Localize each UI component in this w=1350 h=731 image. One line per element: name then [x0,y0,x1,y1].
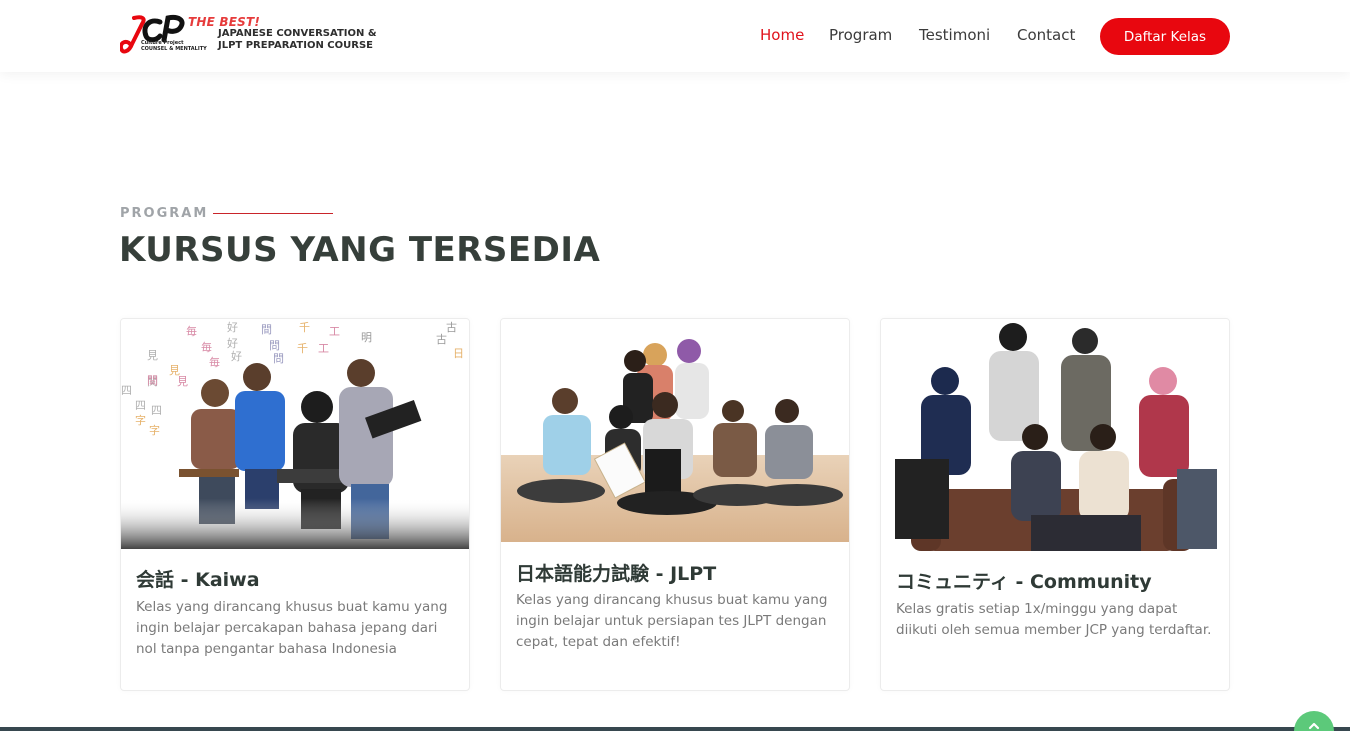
chevron-up-icon [1308,722,1320,730]
card-title-kaiwa: 会話 - Kaiwa [136,569,260,591]
footer-edge [0,727,1350,731]
logo-tagline: THE BEST! [188,15,261,29]
nav-program[interactable]: Program [829,26,892,44]
card-image-community [881,319,1229,551]
card-desc-community: Kelas gratis setiap 1x/minggu yang dapat… [896,601,1212,638]
card-image-kaiwa: 毎毎毎 好好好 間問問 千千 工工 明 見見見 関間 四四四 字字 古古日 [121,319,469,549]
logo-line-1: JAPANESE CONVERSATION & [218,28,377,39]
card-title-jlpt: 日本語能力試験 - JLPT [516,563,717,585]
scroll-to-top-button[interactable] [1294,711,1334,731]
section-title: KURSUS YANG TERSEDIA [119,230,601,270]
section-eyebrow: PROGRAM [120,206,209,221]
nav-testimoni[interactable]: Testimoni [919,26,990,44]
site-header: Culture Project COUNSEL & MENTALITY THE … [0,0,1350,72]
course-card-jlpt[interactable]: 日本語能力試験 - JLPT Kelas yang dirancang khus… [500,318,850,691]
course-card-community[interactable]: コミュニティ - Community Kelas gratis setiap 1… [880,318,1230,691]
daftar-kelas-button[interactable]: Daftar Kelas [1100,18,1230,55]
card-desc-kaiwa: Kelas yang dirancang khusus buat kamu ya… [136,599,448,657]
card-desc-jlpt: Kelas yang dirancang khusus buat kamu ya… [516,592,828,650]
logo-small-text: Culture Project COUNSEL & MENTALITY [141,40,207,52]
course-card-kaiwa[interactable]: 毎毎毎 好好好 間問問 千千 工工 明 見見見 関間 四四四 字字 古古日 [120,318,470,691]
logo-line-2: JLPT PREPARATION COURSE [218,40,373,51]
section-divider [213,213,333,214]
card-image-jlpt [501,319,849,542]
site-logo[interactable]: Culture Project COUNSEL & MENTALITY THE … [120,14,380,58]
card-title-community: コミュニティ - Community [896,571,1152,593]
nav-home[interactable]: Home [760,26,804,44]
nav-contact[interactable]: Contact [1017,26,1075,44]
